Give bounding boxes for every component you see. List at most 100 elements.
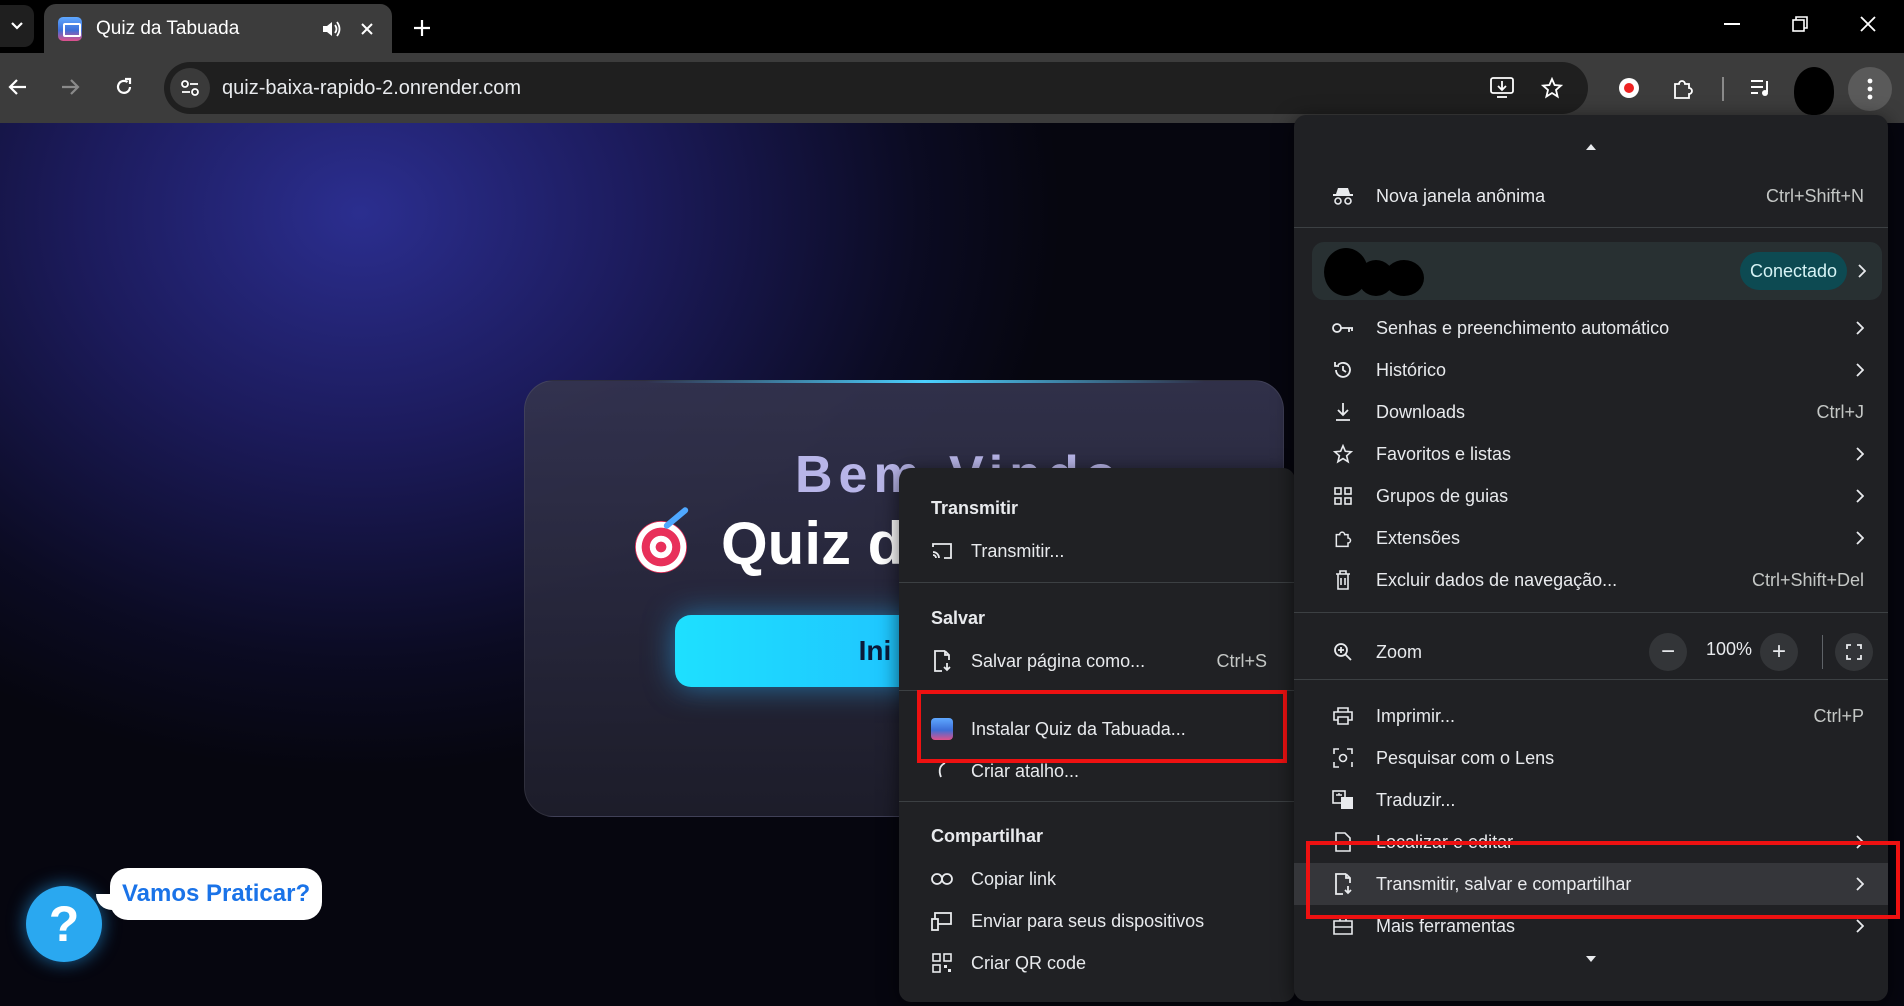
puzzle-icon	[1330, 525, 1356, 551]
divider	[1294, 612, 1888, 613]
close-tab-icon[interactable]	[356, 18, 378, 40]
highlight-box-install	[917, 690, 1287, 763]
help-tooltip: Vamos Praticar?	[95, 868, 323, 920]
start-button-label: Ini	[858, 635, 892, 666]
menu-item-label: Transmitir...	[971, 540, 1065, 561]
menu-item-label: Criar QR code	[971, 952, 1087, 973]
cast-icon	[929, 538, 955, 564]
menu-item-label: Histórico	[1376, 359, 1447, 380]
install-app-icon[interactable]	[1484, 70, 1520, 106]
zoom-icon	[1330, 639, 1356, 665]
zoom-in-button[interactable]: +	[1760, 633, 1798, 671]
browser-toolbar: quiz-baixa-rapido-2.onrender.com	[0, 53, 1904, 123]
profile-avatar-redacted	[1324, 248, 1434, 296]
chevron-down-icon	[10, 21, 24, 31]
back-button[interactable]	[0, 69, 36, 105]
divider	[899, 801, 1295, 802]
site-favicon-icon	[58, 16, 82, 41]
download-icon	[1330, 399, 1356, 425]
tab-quiz-da-tabuada[interactable]: Quiz da Tabuada	[44, 4, 392, 53]
menu-item-extensions[interactable]: Extensões	[1294, 517, 1888, 559]
menu-item-passwords[interactable]: Senhas e preenchimento automático	[1294, 307, 1888, 349]
menu-item-shortcut: Ctrl+Shift+Del	[1751, 569, 1864, 590]
question-mark-icon: ?	[48, 896, 80, 952]
profile-row[interactable]: Conectado	[1312, 242, 1882, 300]
new-tab-button[interactable]	[404, 10, 440, 46]
link-icon	[929, 866, 955, 892]
menu-item-label: Extensões	[1376, 527, 1461, 548]
menu-item-label: Pesquisar com o Lens	[1376, 747, 1555, 768]
menu-item-qr-code[interactable]: Criar QR code	[899, 942, 1295, 984]
divider	[1294, 679, 1888, 680]
star-icon	[1330, 441, 1356, 467]
reload-button[interactable]	[106, 69, 142, 105]
menu-item-print[interactable]: Imprimir... Ctrl+P	[1294, 695, 1888, 737]
cast-section-header: Transmitir	[931, 498, 1019, 518]
menu-item-label: Enviar para seus dispositivos	[971, 910, 1205, 931]
translate-icon	[1330, 787, 1356, 813]
address-bar[interactable]: quiz-baixa-rapido-2.onrender.com	[164, 62, 1588, 114]
toolbar-divider	[1722, 77, 1724, 101]
menu-item-save-page[interactable]: Salvar página como... Ctrl+S	[899, 640, 1295, 682]
media-controls-icon[interactable]	[1742, 69, 1780, 107]
menu-item-send-devices[interactable]: Enviar para seus dispositivos	[899, 900, 1295, 942]
lens-icon	[1330, 745, 1356, 771]
menu-item-bookmarks[interactable]: Favoritos e listas	[1294, 433, 1888, 475]
chevron-right-icon	[1844, 444, 1864, 464]
scroll-up-arrow-icon[interactable]	[1294, 135, 1888, 159]
menu-item-lens[interactable]: Pesquisar com o Lens	[1294, 737, 1888, 779]
menu-item-label: Grupos de guias	[1376, 485, 1509, 506]
divider	[1822, 635, 1823, 669]
devices-icon	[929, 908, 955, 934]
chrome-menu-button[interactable]	[1848, 67, 1892, 111]
menu-item-cast[interactable]: Transmitir...	[899, 530, 1295, 572]
qr-code-icon	[929, 950, 955, 976]
chevron-right-icon	[1844, 486, 1864, 506]
incognito-icon	[1330, 183, 1356, 209]
menu-item-label: Traduzir...	[1376, 789, 1456, 810]
chevron-right-icon	[1844, 360, 1864, 380]
speaker-icon[interactable]	[320, 18, 342, 40]
trash-icon	[1330, 567, 1356, 593]
menu-item-translate[interactable]: Traduzir...	[1294, 779, 1888, 821]
menu-item-label: Imprimir...	[1376, 705, 1455, 726]
zoom-out-button[interactable]: −	[1649, 633, 1687, 671]
close-window-button[interactable]	[1834, 0, 1902, 48]
tab-search-button[interactable]	[0, 5, 34, 47]
menu-item-copy-link[interactable]: Copiar link	[899, 858, 1295, 900]
extensions-puzzle-icon[interactable]	[1664, 69, 1702, 107]
menu-item-shortcut: Ctrl+S	[1216, 650, 1267, 671]
menu-item-tab-groups[interactable]: Grupos de guias	[1294, 475, 1888, 517]
menu-item-clear-data[interactable]: Excluir dados de navegação... Ctrl+Shift…	[1294, 559, 1888, 601]
profile-avatar[interactable]	[1794, 67, 1834, 115]
site-info-icon[interactable]	[170, 68, 210, 108]
menu-item-label: Salvar página como...	[971, 650, 1146, 671]
menu-item-shortcut: Ctrl+P	[1813, 705, 1864, 726]
chevron-right-icon	[1844, 318, 1864, 338]
tab-strip: Quiz da Tabuada	[0, 0, 1904, 53]
target-icon	[635, 521, 687, 573]
chevron-right-icon	[1844, 528, 1864, 548]
menu-item-label: Copiar link	[971, 868, 1057, 889]
divider	[1294, 227, 1888, 228]
fullscreen-button[interactable]	[1835, 633, 1873, 671]
minimize-button[interactable]	[1698, 0, 1766, 48]
restore-button[interactable]	[1766, 0, 1834, 48]
record-extension-icon[interactable]	[1610, 69, 1648, 107]
share-section-header: Compartilhar	[931, 826, 1044, 846]
menu-item-downloads[interactable]: Downloads Ctrl+J	[1294, 391, 1888, 433]
menu-item-history[interactable]: Histórico	[1294, 349, 1888, 391]
chevron-right-icon	[1846, 261, 1866, 281]
forward-button[interactable]	[52, 69, 88, 105]
bookmark-star-icon[interactable]	[1534, 70, 1570, 106]
menu-item-incognito[interactable]: Nova janela anônima Ctrl+Shift+N	[1294, 175, 1888, 217]
menu-item-shortcut: Ctrl+Shift+N	[1765, 185, 1864, 206]
save-section-header: Salvar	[931, 608, 986, 628]
url-text[interactable]: quiz-baixa-rapido-2.onrender.com	[222, 77, 521, 100]
divider	[899, 582, 1295, 583]
help-button[interactable]: ?	[26, 886, 102, 962]
menu-item-label: Nova janela anônima	[1376, 185, 1546, 206]
printer-icon	[1330, 703, 1356, 729]
highlight-box-cast-save-share	[1306, 841, 1900, 919]
scroll-down-arrow-icon[interactable]	[1294, 947, 1888, 971]
